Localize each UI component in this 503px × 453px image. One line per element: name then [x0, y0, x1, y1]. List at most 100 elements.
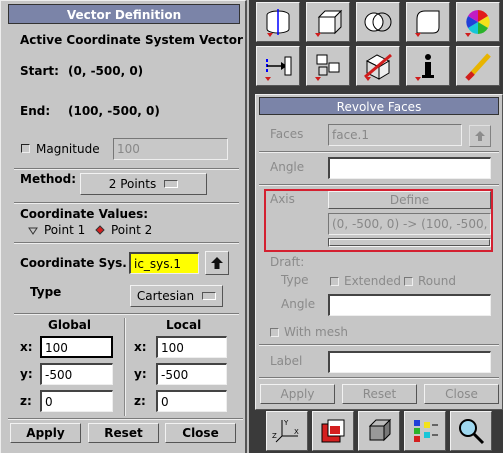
coord-sys-select-button[interactable]: [205, 251, 229, 275]
transform-tool-button[interactable]: [256, 46, 300, 86]
magnitude-check-icon[interactable]: [21, 144, 30, 153]
divider: [259, 377, 499, 379]
draft-type-label: Type: [281, 273, 309, 287]
point2-radio[interactable]: Point 2: [95, 223, 152, 237]
extended-label: Extended: [344, 274, 401, 288]
global-y-label: y:: [20, 367, 33, 381]
grid-column-divider: [124, 318, 126, 416]
solid-view-button[interactable]: [358, 411, 400, 451]
local-x-field[interactable]: 100: [156, 336, 227, 358]
cylinder-tool-button[interactable]: [256, 2, 300, 42]
local-z-label: z:: [134, 394, 146, 408]
end-value: (100, -500, 0): [68, 104, 160, 118]
axis-view-button[interactable]: Y X Z: [266, 411, 308, 451]
method-dropdown[interactable]: 2 Points: [80, 173, 207, 195]
divider: [259, 184, 499, 186]
revolve-reset-button[interactable]: Reset: [342, 384, 417, 404]
cylinder-shape-icon: [266, 9, 290, 37]
round-checkbox[interactable]: Round: [404, 274, 456, 288]
coord-sys-label: Coordinate Sys.: [20, 256, 127, 270]
with-mesh-check-icon[interactable]: [270, 327, 279, 337]
point1-radio[interactable]: Point 1: [28, 223, 85, 237]
divider: [259, 344, 499, 346]
coord-values-label: Coordinate Values:: [20, 207, 149, 221]
vector-panel-title: Vector Definition: [8, 4, 240, 24]
draft-angle-field[interactable]: [328, 294, 491, 316]
revolve-close-button[interactable]: Close: [424, 384, 499, 404]
label-field[interactable]: [328, 351, 491, 373]
axis-value-field[interactable]: (0, -500, 0) -> (100, -500,: [328, 213, 491, 235]
vector-apply-button[interactable]: Apply: [10, 423, 81, 443]
render-mode-icon: [414, 420, 438, 442]
type-dropdown[interactable]: Cartesian: [130, 285, 223, 307]
radio-on-icon[interactable]: [95, 225, 105, 235]
local-x-label: x:: [134, 340, 147, 354]
angle-field[interactable]: [328, 157, 491, 179]
render-mode-button[interactable]: [404, 411, 446, 451]
end-label: End:: [20, 104, 51, 118]
extended-check-icon[interactable]: [330, 276, 339, 286]
svg-text:Y: Y: [283, 419, 289, 427]
info-tool-button[interactable]: [406, 46, 450, 86]
rounded-box-icon: [415, 10, 440, 37]
magnitude-label: Magnitude: [36, 142, 100, 156]
divider: [259, 151, 499, 153]
info-icon: [415, 54, 434, 81]
global-x-field[interactable]: 100: [40, 336, 113, 358]
local-label: Local: [166, 318, 202, 332]
revolve-apply-button[interactable]: Apply: [260, 384, 335, 404]
box-shape-icon: [315, 9, 343, 37]
divider: [14, 242, 239, 244]
solid-cube-icon: [368, 418, 392, 442]
with-mesh-label: With mesh: [284, 325, 348, 339]
transform-arrow-icon: [265, 56, 292, 81]
shaded-view-icon: [321, 419, 345, 443]
angle-label: Angle: [270, 160, 305, 174]
faces-select-button[interactable]: [469, 125, 491, 147]
faces-label: Faces: [270, 127, 304, 141]
round-label: Round: [418, 274, 456, 288]
up-arrow-icon: [475, 131, 485, 141]
magnitude-checkbox[interactable]: [21, 144, 30, 153]
point1-label: Point 1: [44, 223, 86, 237]
divider: [14, 168, 239, 170]
extended-checkbox[interactable]: Extended: [330, 274, 401, 288]
global-y-field[interactable]: -500: [40, 363, 113, 385]
color-tool-button[interactable]: [456, 2, 500, 42]
scrollbar-thumb[interactable]: [329, 239, 490, 246]
global-z-field[interactable]: 0: [40, 390, 113, 412]
svg-text:X: X: [294, 428, 299, 436]
axis-triad-icon: Y X Z: [272, 419, 299, 443]
boolean-tool-button[interactable]: [356, 2, 400, 42]
local-z-field[interactable]: 0: [156, 390, 227, 412]
eraser-tool-button[interactable]: [456, 46, 500, 86]
zoom-button[interactable]: [450, 411, 492, 451]
with-mesh-checkbox[interactable]: With mesh: [270, 325, 348, 339]
vector-close-button[interactable]: Close: [165, 423, 236, 443]
global-z-label: z:: [20, 394, 32, 408]
svg-text:Z: Z: [272, 432, 277, 440]
axis-define-button[interactable]: Define: [328, 191, 491, 209]
shaded-view-button[interactable]: [312, 411, 354, 451]
coord-sys-field[interactable]: ic_sys.1: [129, 252, 199, 274]
divider: [8, 418, 243, 420]
magnitude-field[interactable]: 100: [113, 138, 228, 160]
faces-field[interactable]: face.1: [328, 124, 462, 146]
fillet-tool-button[interactable]: [406, 2, 450, 42]
eraser-icon: [465, 53, 491, 81]
round-check-icon[interactable]: [404, 276, 413, 286]
type-value: Cartesian: [136, 289, 195, 303]
method-value: 2 Points: [108, 177, 157, 191]
axis-scrollbar[interactable]: [328, 238, 491, 247]
vector-reset-button[interactable]: Reset: [88, 423, 159, 443]
delete-shape-icon: [364, 53, 392, 81]
block-tool-button[interactable]: [306, 46, 350, 86]
local-y-field[interactable]: -500: [156, 363, 227, 385]
radio-off-icon[interactable]: [28, 225, 38, 235]
method-label: Method:: [20, 172, 76, 186]
start-value: (0, -500, 0): [68, 64, 144, 78]
divider: [14, 313, 239, 315]
box-tool-button[interactable]: [306, 2, 350, 42]
vector-subtitle: Active Coordinate System Vector: [20, 33, 243, 47]
delete-tool-button[interactable]: [356, 46, 400, 86]
